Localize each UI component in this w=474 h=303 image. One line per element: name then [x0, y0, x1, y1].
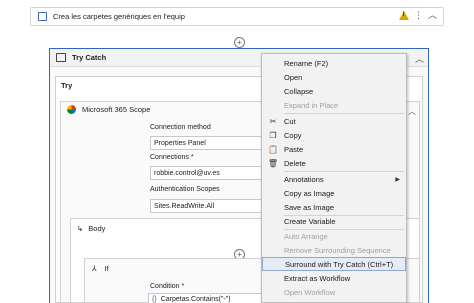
menu-item-expand-in-place[interactable]: Expand in Place — [262, 98, 406, 112]
if-label: If — [104, 264, 109, 273]
add-activity-icon[interactable]: + — [234, 37, 245, 48]
menu-item-save-as-image[interactable]: Save as Image — [262, 200, 406, 214]
sequence-header[interactable]: Crea les carpetes genèriques en l'equip … — [30, 7, 444, 26]
microsoft-365-icon — [67, 105, 76, 114]
paste-icon: 📋 — [268, 144, 278, 154]
context-menu: Rename (F2) Open Collapse Expand in Plac… — [261, 53, 407, 303]
menu-item-rename[interactable]: Rename (F2) — [262, 56, 406, 70]
warning-icon[interactable] — [398, 11, 409, 20]
if-branch-icon: ⅄ — [92, 264, 97, 273]
auth-scopes-field[interactable]: Sites.ReadWrite.All — [150, 199, 262, 213]
sequence-icon — [38, 12, 47, 21]
required-marker: * — [190, 154, 194, 161]
more-options-icon[interactable]: ⋮ — [414, 11, 423, 20]
condition-field[interactable]: {} Carpetas.Contains("-") — [148, 293, 264, 303]
body-header[interactable]: ↳ Body — [77, 224, 105, 233]
submenu-arrow-icon: ▶ — [395, 176, 400, 183]
menu-item-copy-as-image[interactable]: Copy as Image — [262, 186, 406, 200]
condition-label: Condition * — [150, 283, 185, 290]
menu-item-open-workflow[interactable]: Open Workflow — [262, 285, 406, 299]
menu-item-surround-with-try-catch[interactable]: Surround with Try Catch (Ctrl+T) — [262, 257, 406, 271]
menu-item-extract-as-workflow[interactable]: Extract as Workflow — [262, 271, 406, 285]
menu-item-annotations[interactable]: Annotations ▶ — [262, 172, 406, 186]
collapse-chevron-icon[interactable]: ︿ — [408, 106, 416, 117]
menu-item-create-variable[interactable]: Create Variable — [262, 214, 406, 228]
connections-label: Connections * — [150, 154, 194, 161]
menu-item-open[interactable]: Open — [262, 70, 406, 84]
menu-item-remove-surrounding-sequence[interactable]: Remove Surrounding Sequence — [262, 243, 406, 257]
copy-icon: ❐ — [269, 130, 277, 140]
menu-item-paste[interactable]: 📋 Paste — [262, 142, 406, 156]
menu-item-auto-arrange[interactable]: Auto Arrange — [262, 229, 406, 243]
m365-scope-title: Microsoft 365 Scope — [82, 105, 151, 114]
trash-icon: 🗑 — [267, 158, 279, 168]
menu-item-delete[interactable]: 🗑 Delete — [262, 156, 406, 170]
m365-scope-header[interactable]: Microsoft 365 Scope — [67, 105, 150, 114]
auth-scopes-label: Authentication Scopes — [150, 186, 220, 193]
required-marker: * — [181, 283, 185, 290]
menu-item-cut[interactable]: ✂ Cut — [262, 114, 406, 128]
if-header[interactable]: ⅄ If — [92, 264, 109, 273]
connection-method-select[interactable]: Properties Panel — [150, 136, 262, 150]
cut-icon: ✂ — [269, 116, 277, 126]
connections-select[interactable]: robbie.control@uv.es — [150, 166, 262, 180]
body-label: Body — [88, 224, 106, 233]
expression-icon: {} — [152, 296, 157, 303]
menu-item-collapse[interactable]: Collapse — [262, 84, 406, 98]
connection-method-label: Connection method — [150, 124, 211, 131]
try-label: Try — [61, 81, 73, 90]
try-catch-title: Try Catch — [72, 53, 107, 62]
try-catch-icon — [56, 53, 66, 62]
menu-item-copy[interactable]: ❐ Copy — [262, 128, 406, 142]
collapse-chevron-icon[interactable]: ︿ — [428, 11, 437, 20]
condition-value: Carpetas.Contains("-") — [160, 296, 231, 303]
collapse-chevron-icon[interactable]: ︿ — [415, 52, 424, 65]
sequence-title: Crea les carpetes genèriques en l'equip — [53, 12, 185, 21]
body-branch-icon: ↳ — [77, 224, 84, 233]
